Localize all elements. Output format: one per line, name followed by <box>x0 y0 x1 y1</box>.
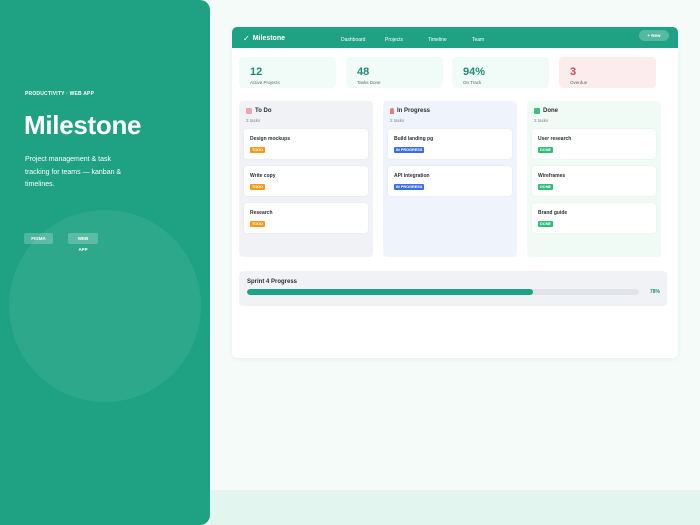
status-badge: IN PROGRESS <box>394 147 425 153</box>
tag-web-app: WEB APP <box>68 233 98 252</box>
task-title: Write copy <box>250 173 276 179</box>
background-band <box>210 490 700 525</box>
task-title: Research <box>250 210 273 216</box>
task-card[interactable]: API integration IN PROGRESS <box>388 166 512 196</box>
status-badge: TODO <box>250 184 265 190</box>
column-count: 2 tasks <box>390 118 405 123</box>
navbar: ✓ Milestone Dashboard Projects Timeline … <box>232 27 678 48</box>
sprint-progress-panel: Sprint 4 Progress 78% <box>239 271 667 306</box>
brand-logo[interactable]: ✓ Milestone <box>243 34 285 43</box>
hero-title: Milestone <box>24 110 142 140</box>
column-title: In Progress <box>390 108 430 114</box>
hero-description: Project management & task tracking for t… <box>25 156 122 188</box>
status-badge: DONE <box>538 147 553 153</box>
brand-name: Milestone <box>252 35 285 42</box>
column-title-text: Done <box>543 108 558 114</box>
task-card[interactable]: Wireframes DONE <box>532 166 656 196</box>
kanban-column-todo: To Do 3 tasks Design mockups TODO Write … <box>239 101 373 257</box>
column-count: 3 tasks <box>534 118 549 123</box>
tag-figma: FIGMA <box>24 233 53 244</box>
status-badge: TODO <box>250 221 265 227</box>
column-count: 3 tasks <box>246 118 261 123</box>
status-badge: DONE <box>538 184 553 190</box>
progress-percent: 78% <box>649 289 660 295</box>
kanban-column-in-progress: In Progress 2 tasks Build landing pg IN … <box>383 101 517 257</box>
app-window: ✓ Milestone Dashboard Projects Timeline … <box>232 27 678 358</box>
column-title: To Do <box>246 108 272 114</box>
task-title: User research <box>538 136 572 142</box>
task-title: Brand guide <box>538 210 568 216</box>
status-badge: IN PROGRESS <box>394 184 425 190</box>
task-title: Design mockups <box>250 136 291 142</box>
kanban-column-done: Done 3 tasks User research DONE Wirefram… <box>527 101 661 257</box>
stat-card-active-projects: 12 Active Projects <box>239 57 336 88</box>
column-title-text: To Do <box>255 108 272 114</box>
check-icon: ✓ <box>243 34 250 43</box>
task-card[interactable]: User research DONE <box>532 129 656 159</box>
sprint-title: Sprint 4 Progress <box>247 279 298 285</box>
pin-icon <box>390 108 394 114</box>
stat-value: 3 <box>570 66 577 78</box>
checkbox-icon <box>534 108 540 114</box>
nav-team[interactable]: Team <box>472 37 484 43</box>
stat-label: Tasks Done <box>357 80 381 85</box>
task-card[interactable]: Write copy TODO <box>244 166 368 196</box>
stat-card-tasks-done: 48 Tasks Done <box>346 57 443 88</box>
task-card[interactable]: Build landing pg IN PROGRESS <box>388 129 512 159</box>
nav-timeline[interactable]: Timeline <box>428 37 447 43</box>
column-title: Done <box>534 108 558 114</box>
stat-value: 48 <box>357 66 370 78</box>
status-badge: TODO <box>250 147 265 153</box>
stat-label: Overdue <box>570 80 588 85</box>
status-badge: DONE <box>538 221 553 227</box>
task-card[interactable]: Brand guide DONE <box>532 203 656 233</box>
clipboard-icon <box>246 108 252 114</box>
task-card[interactable]: Research TODO <box>244 203 368 233</box>
hero-panel: PRODUCTIVITY · WEB APP Milestone Project… <box>0 0 210 525</box>
task-title: Wireframes <box>538 173 566 179</box>
progress-track <box>247 289 639 295</box>
nav-projects[interactable]: Projects <box>385 37 403 43</box>
new-button[interactable]: + New <box>639 30 669 41</box>
stat-card-overdue: 3 Overdue <box>559 57 656 88</box>
stat-label: On Track <box>463 80 482 85</box>
hero-eyebrow: PRODUCTIVITY · WEB APP <box>25 91 95 97</box>
nav-dashboard[interactable]: Dashboard <box>341 37 365 43</box>
task-title: Build landing pg <box>394 136 434 142</box>
stat-value: 12 <box>250 66 263 78</box>
task-title: API integration <box>394 173 430 179</box>
stat-label: Active Projects <box>250 80 280 85</box>
stat-value: 94% <box>463 66 486 78</box>
task-card[interactable]: Design mockups TODO <box>244 129 368 159</box>
column-title-text: In Progress <box>397 108 431 114</box>
stat-card-on-track: 94% On Track <box>452 57 549 88</box>
progress-fill <box>247 289 534 295</box>
